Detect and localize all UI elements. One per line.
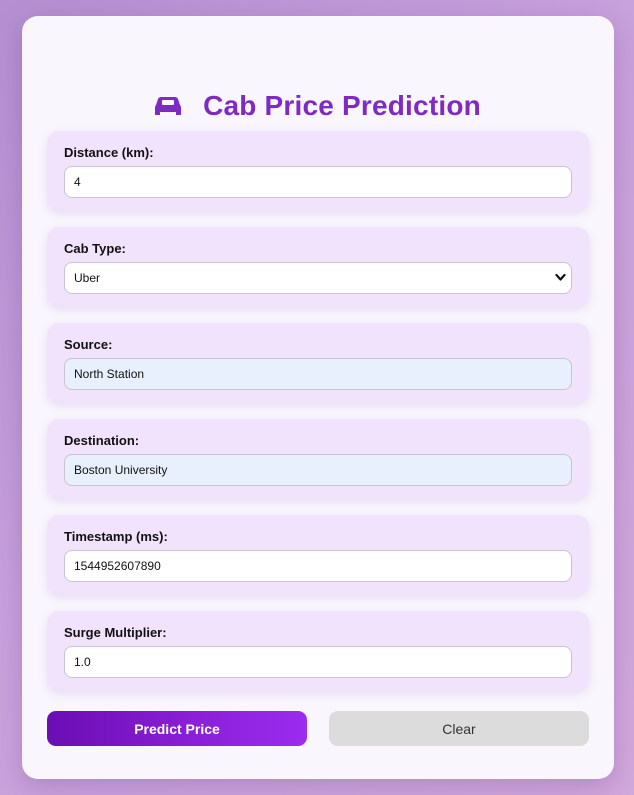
distance-input[interactable] — [64, 166, 572, 198]
page-header: Cab Price Prediction — [22, 88, 614, 124]
timestamp-group: Timestamp (ms): — [47, 515, 589, 595]
source-input[interactable] — [64, 358, 572, 390]
prediction-card: Cab Price Prediction Distance (km): Cab … — [22, 16, 614, 779]
distance-label: Distance (km): — [64, 145, 154, 160]
timestamp-label: Timestamp (ms): — [64, 529, 168, 544]
source-label: Source: — [64, 337, 113, 352]
surge-group: Surge Multiplier: — [47, 611, 589, 691]
cab-type-label: Cab Type: — [64, 241, 126, 256]
timestamp-input[interactable] — [64, 550, 572, 582]
cab-type-group: Cab Type: Uber — [47, 227, 589, 307]
distance-group: Distance (km): — [47, 131, 589, 211]
surge-input[interactable] — [64, 646, 572, 678]
destination-input[interactable] — [64, 454, 572, 486]
predict-price-button[interactable]: Predict Price — [47, 711, 307, 746]
surge-label: Surge Multiplier: — [64, 625, 167, 640]
page-title: Cab Price Prediction — [203, 90, 481, 121]
source-group: Source: — [47, 323, 589, 403]
destination-label: Destination: — [64, 433, 140, 448]
cab-type-select-wrapper: Uber — [64, 262, 572, 294]
destination-group: Destination: — [47, 419, 589, 499]
clear-button[interactable]: Clear — [329, 711, 589, 746]
cab-type-select[interactable]: Uber — [64, 262, 572, 294]
taxi-icon — [155, 97, 182, 115]
